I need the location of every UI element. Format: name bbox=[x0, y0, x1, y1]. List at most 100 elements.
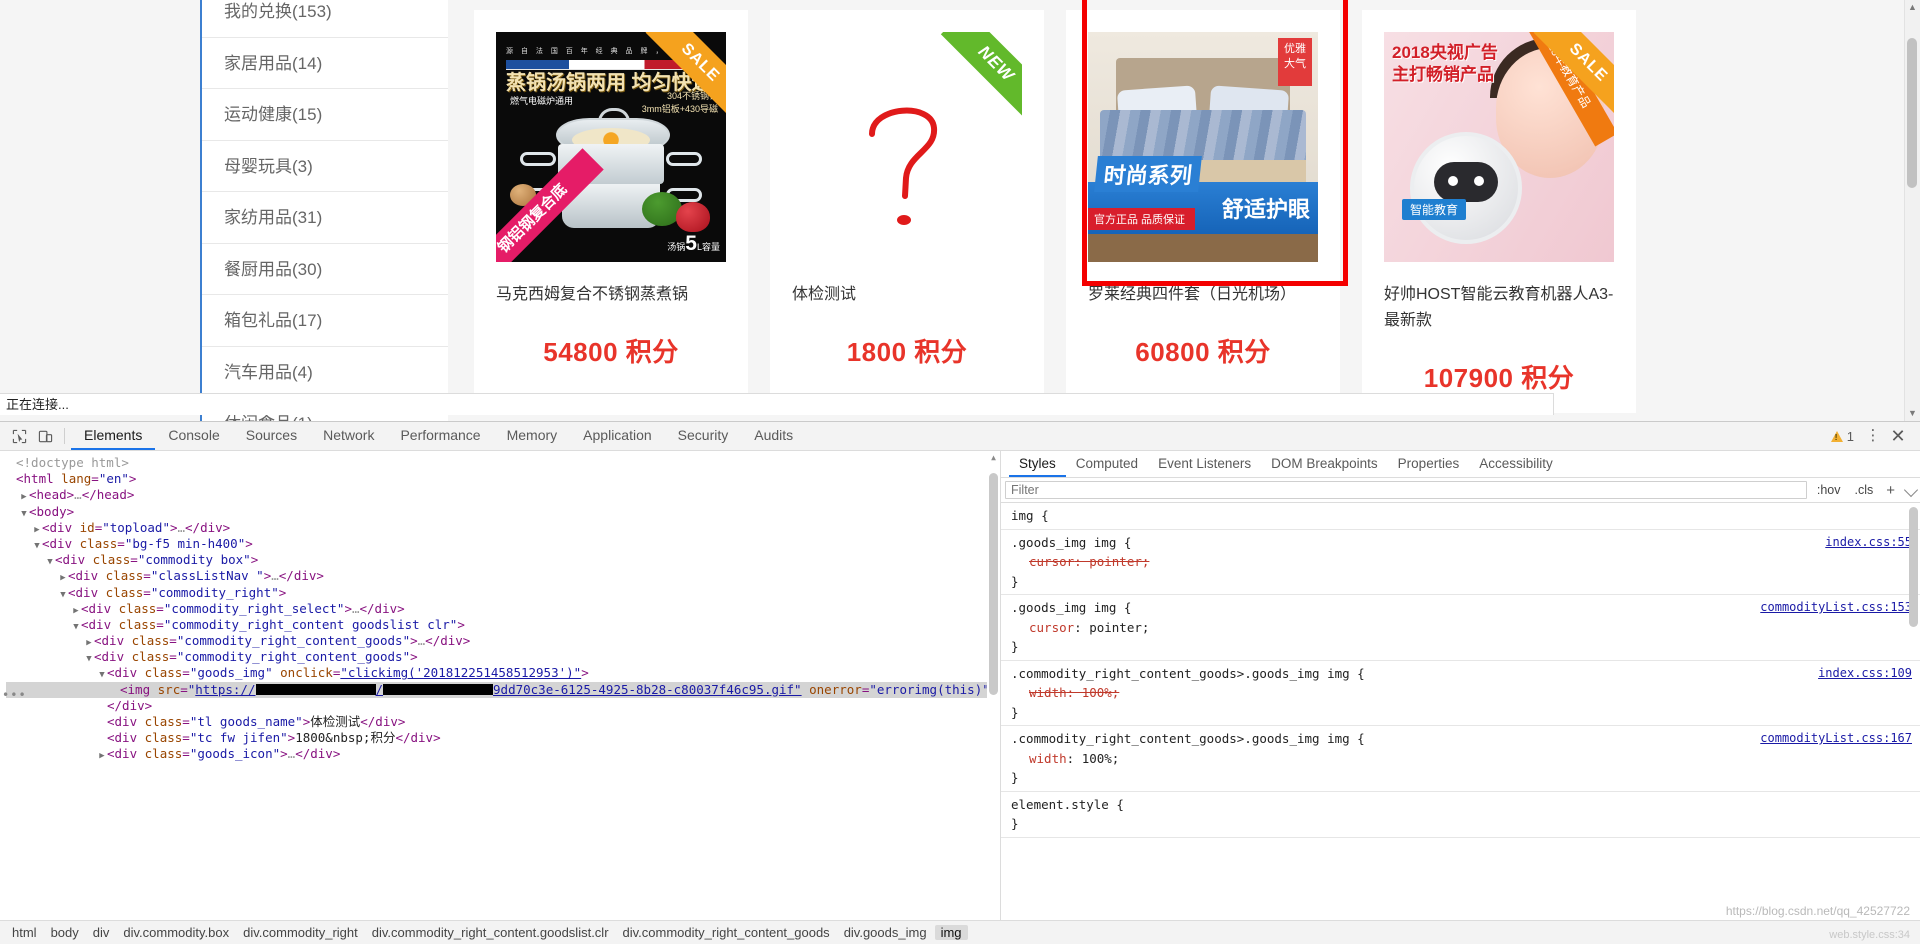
sidebar-item[interactable]: 餐厨用品(30) bbox=[202, 244, 448, 295]
styles-tab-event-listeners[interactable]: Event Listeners bbox=[1148, 451, 1261, 477]
dom-node[interactable]: ▼ <div class="bg-f5 min-h400"> bbox=[6, 536, 1000, 552]
devtools-tab-memory[interactable]: Memory bbox=[494, 422, 571, 450]
breadcrumb-item[interactable]: html bbox=[6, 925, 43, 940]
styles-rules-list[interactable]: img {.goods_img img {index.css:55 cursor:… bbox=[1001, 503, 1920, 944]
style-rule[interactable]: element.style {} bbox=[1001, 792, 1920, 838]
page-scrollbar-thumb[interactable] bbox=[1907, 38, 1917, 188]
dom-node[interactable]: ▼ <div class="goods_img" onclick="clickim… bbox=[6, 665, 1000, 681]
dom-node[interactable]: <!doctype html> bbox=[6, 455, 1000, 471]
style-property[interactable]: width bbox=[1011, 749, 1067, 769]
style-rule-source[interactable]: index.css:55 bbox=[1825, 533, 1912, 553]
breadcrumb-item[interactable]: div.goods_img bbox=[838, 925, 933, 940]
dom-node[interactable]: ▶ <div class="commodity_right_content_goo… bbox=[6, 633, 1000, 649]
goods-img[interactable]: 时尚系列 舒适护眼 官方正品 品质保证 优雅 大气 bbox=[1088, 32, 1318, 262]
twisty-closed-icon[interactable]: ▶ bbox=[97, 748, 107, 764]
hov-toggle[interactable]: :hov bbox=[1813, 483, 1845, 497]
devtools-tab-elements[interactable]: Elements bbox=[71, 422, 156, 450]
goods-img[interactable]: 2018央视广告 主打畅销产品 智能教育 18年教育产品 SALE bbox=[1384, 32, 1614, 262]
devtools-tab-performance[interactable]: Performance bbox=[387, 422, 493, 450]
sidebar-item[interactable]: 我的兑换(153) bbox=[202, 0, 448, 38]
devtools-tabs[interactable]: Elements Console Sources Network Performance… bbox=[71, 422, 806, 450]
category-sidebar[interactable]: 我的兑换(153) 家居用品(14) 运动健康(15) 母婴玩具(3) 家纺用品(31)… bbox=[200, 0, 448, 490]
style-value[interactable]: : 100%; bbox=[1067, 685, 1120, 700]
style-rule[interactable]: .goods_img img {index.css:55 cursor: poin… bbox=[1001, 530, 1920, 595]
style-property[interactable]: cursor bbox=[1011, 552, 1074, 572]
dom-node[interactable]: ▶ <div class="commodity_right_select">…</… bbox=[6, 601, 1000, 617]
dom-node[interactable]: ▼ <div class="commodity_right_content goo… bbox=[6, 617, 1000, 633]
dom-node[interactable]: ▼ <div class="commodity_right"> bbox=[6, 585, 1000, 601]
style-rule-source[interactable]: index.css:109 bbox=[1818, 664, 1912, 684]
styles-tab-dom-breakpoints[interactable]: DOM Breakpoints bbox=[1261, 451, 1388, 477]
goods-card[interactable]: 2018央视广告 主打畅销产品 智能教育 18年教育产品 SALE 好帅HOST智… bbox=[1362, 10, 1636, 413]
style-rule-source[interactable]: commodityList.css:167 bbox=[1760, 729, 1912, 749]
styles-tabs[interactable]: Styles Computed Event Listeners DOM Breakpo… bbox=[1001, 451, 1920, 478]
cls-toggle[interactable]: .cls bbox=[1850, 483, 1877, 497]
breadcrumb-item[interactable]: div.commodity_right_content.goodslist.cl… bbox=[366, 925, 615, 940]
dom-node[interactable]: ▼ <div class="commodity_right_content_goo… bbox=[6, 649, 1000, 665]
inspect-cursor-icon[interactable] bbox=[6, 424, 32, 448]
sidebar-item[interactable]: 母婴玩具(3) bbox=[202, 141, 448, 192]
style-value[interactable]: : pointer; bbox=[1074, 620, 1149, 635]
goods-img[interactable]: 源 自 法 国 百 年 经 典 品 牌 ，马 克 蒸锅汤锅两用 均匀快速 燃气电… bbox=[496, 32, 726, 262]
breadcrumb-item[interactable]: img bbox=[934, 925, 968, 940]
dom-node[interactable]: <div class="tl goods_name">体检测试</div> bbox=[6, 714, 1000, 730]
new-style-rule-button[interactable]: + bbox=[1883, 482, 1898, 499]
dom-tree-pane[interactable]: <!doctype html> <html lang="en"> ▶ <head>…<… bbox=[0, 451, 1001, 944]
breadcrumb-item[interactable]: div bbox=[87, 925, 116, 940]
close-icon[interactable]: ✕ bbox=[1886, 422, 1910, 450]
dom-node[interactable]: ▼ <body> bbox=[6, 504, 1000, 520]
style-rule[interactable]: img { bbox=[1001, 503, 1920, 530]
scroll-down-arrow[interactable]: ▼ bbox=[1905, 406, 1920, 421]
breadcrumb-item[interactable]: div.commodity.box bbox=[117, 925, 235, 940]
devtools-tab-application[interactable]: Application bbox=[570, 422, 665, 450]
devtools-tab-console[interactable]: Console bbox=[155, 422, 232, 450]
style-property[interactable]: width bbox=[1011, 683, 1067, 703]
style-property[interactable]: cursor bbox=[1011, 618, 1074, 638]
dom-node[interactable]: </div> bbox=[6, 698, 1000, 714]
breadcrumb-item[interactable]: div.commodity_right bbox=[237, 925, 364, 940]
dom-overflow-dots[interactable]: ••• bbox=[2, 687, 27, 703]
dom-scroll-up-arrow[interactable]: ▲ bbox=[987, 451, 1000, 464]
dom-tree[interactable]: <!doctype html> <html lang="en"> ▶ <head>…<… bbox=[0, 451, 1000, 763]
sidebar-item[interactable]: 箱包礼品(17) bbox=[202, 295, 448, 347]
kebab-menu-icon[interactable]: ⋮ bbox=[1862, 422, 1884, 450]
devtools-tab-security[interactable]: Security bbox=[665, 422, 742, 450]
devtools-tab-network[interactable]: Network bbox=[310, 422, 387, 450]
styles-scrollbar-thumb[interactable] bbox=[1909, 507, 1918, 627]
styles-scrollbar[interactable] bbox=[1907, 503, 1920, 944]
sidebar-item[interactable]: 家纺用品(31) bbox=[202, 192, 448, 244]
goods-card[interactable]: 时尚系列 舒适护眼 官方正品 品质保证 优雅 大气 罗莱经典四件套（日光机场） 6… bbox=[1066, 10, 1340, 413]
breadcrumb-item[interactable]: body bbox=[45, 925, 85, 940]
style-rule[interactable]: .commodity_right_content_goods>.goods_im… bbox=[1001, 661, 1920, 726]
styles-filter-input[interactable] bbox=[1005, 481, 1807, 499]
style-rule-source[interactable]: commodityList.css:153 bbox=[1760, 598, 1912, 618]
goods-card[interactable]: 源 自 法 国 百 年 经 典 品 牌 ，马 克 蒸锅汤锅两用 均匀快速 燃气电… bbox=[474, 10, 748, 413]
dom-node[interactable]: <img src="https:///9dd70c3e-6125-4925-8b… bbox=[6, 681, 1000, 698]
style-value[interactable]: : 100%; bbox=[1067, 751, 1120, 766]
chevron-down-icon[interactable] bbox=[1903, 482, 1919, 498]
device-toolbar-icon[interactable] bbox=[32, 424, 58, 448]
styles-tab-accessibility[interactable]: Accessibility bbox=[1469, 451, 1563, 477]
styles-tab-properties[interactable]: Properties bbox=[1388, 451, 1470, 477]
goods-img[interactable]: NEW bbox=[792, 32, 1022, 262]
dom-node[interactable]: ▶ <div class="goods_icon">…</div> bbox=[6, 746, 1000, 762]
sidebar-item[interactable]: 家居用品(14) bbox=[202, 38, 448, 89]
warning-chip[interactable]: 1 bbox=[1825, 429, 1860, 444]
dom-node[interactable]: <html lang="en"> bbox=[6, 471, 1000, 487]
dom-node[interactable]: ▶ <head>…</head> bbox=[6, 487, 1000, 503]
style-rule[interactable]: .commodity_right_content_goods>.goods_im… bbox=[1001, 726, 1920, 792]
breadcrumb-item[interactable]: div.commodity_right_content_goods bbox=[617, 925, 836, 940]
scroll-up-arrow[interactable]: ▲ bbox=[1905, 0, 1920, 15]
sidebar-item[interactable]: 汽车用品(4) bbox=[202, 347, 448, 398]
dom-node[interactable]: ▶ <div class="classListNav ">…</div> bbox=[6, 568, 1000, 584]
dom-node[interactable]: <div class="tc fw jifen">1800&nbsp;积分</d… bbox=[6, 730, 1000, 746]
styles-tab-styles[interactable]: Styles bbox=[1009, 451, 1066, 477]
style-value[interactable]: : pointer; bbox=[1074, 554, 1149, 569]
goods-card[interactable]: NEW 体检测试 1800 积分 bbox=[770, 10, 1044, 413]
dom-tree-scrollbar[interactable]: ▲ ▼ bbox=[987, 451, 1000, 944]
styles-tab-computed[interactable]: Computed bbox=[1066, 451, 1148, 477]
page-scrollbar[interactable]: ▲ ▼ bbox=[1904, 0, 1920, 421]
sidebar-item[interactable]: 运动健康(15) bbox=[202, 89, 448, 141]
dom-node[interactable]: ▼ <div class="commodity box"> bbox=[6, 552, 1000, 568]
style-rule[interactable]: .goods_img img {commodityList.css:153 cur… bbox=[1001, 595, 1920, 661]
